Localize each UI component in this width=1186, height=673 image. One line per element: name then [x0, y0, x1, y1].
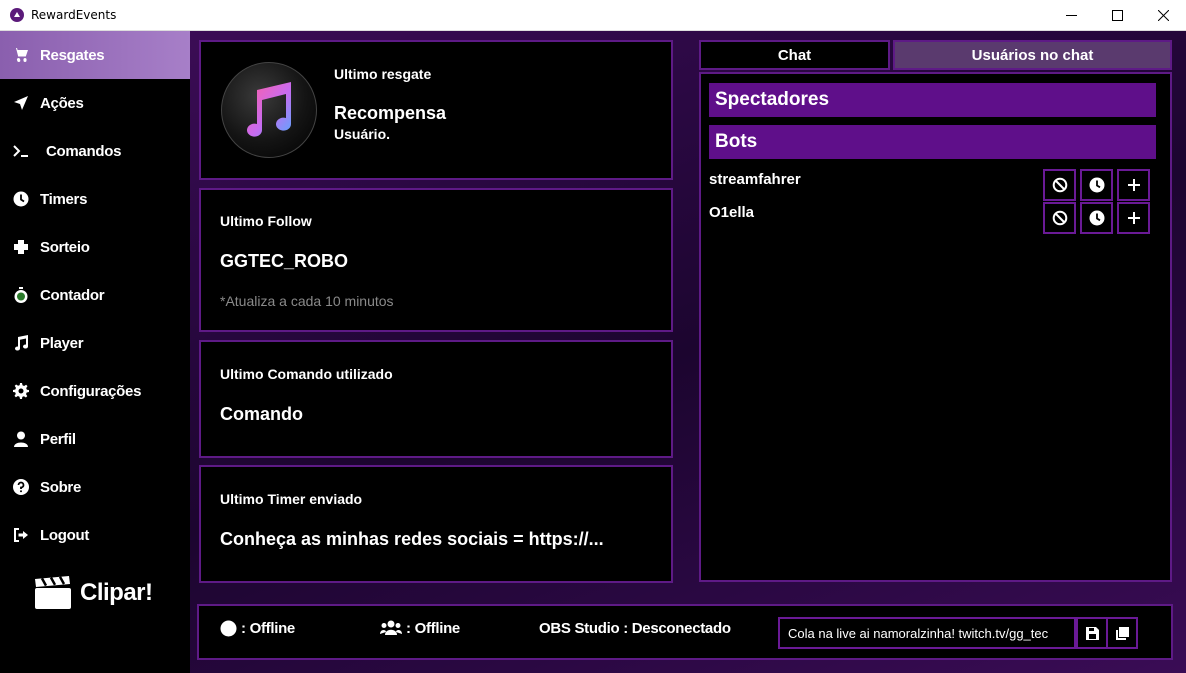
last-command-label: Ultimo Comando utilizado [220, 366, 393, 382]
last-follow-label: Ultimo Follow [220, 213, 312, 229]
save-icon [1085, 626, 1099, 640]
save-message-button[interactable] [1076, 617, 1108, 649]
window-title: RewardEvents [31, 8, 117, 22]
last-command-card: Ultimo Comando utilizado Comando [199, 340, 673, 458]
sidebar: Resgates Ações Comandos Timers Sorteio C… [0, 31, 190, 673]
sidebar-item-label: Player [40, 334, 84, 352]
sidebar-item-sorteio[interactable]: Sorteio [0, 223, 190, 271]
status-bar: : Offline : Offline OBS Studio : Descone… [197, 604, 1173, 660]
sidebar-item-label: Sobre [40, 478, 82, 496]
group-header-bots: Bots [709, 125, 1156, 159]
ban-icon [1052, 177, 1067, 193]
maximize-button[interactable] [1094, 0, 1140, 31]
timeout-button[interactable] [1080, 202, 1113, 234]
gear-icon [12, 382, 30, 400]
sidebar-item-label: Ações [40, 94, 84, 112]
copy-message-button[interactable] [1106, 617, 1138, 649]
sidebar-item-comandos[interactable]: Comandos [0, 127, 190, 175]
add-user-button[interactable] [1117, 169, 1150, 201]
clock-icon [12, 190, 30, 208]
obs-status-value: Desconectado [631, 620, 731, 637]
clip-label: Clipar! [80, 579, 153, 606]
music-app-icon [221, 62, 317, 158]
last-timer-card: Ultimo Timer enviado Conheça as minhas r… [199, 465, 673, 583]
sidebar-item-label: Comandos [46, 142, 122, 160]
music-note-icon [12, 334, 30, 352]
tab-users-in-chat[interactable]: Usuários no chat [893, 40, 1172, 70]
user-name: streamfahrer [709, 171, 801, 188]
last-redeem-label: Ultimo resgate [334, 66, 432, 82]
sidebar-item-timers[interactable]: Timers [0, 175, 190, 223]
sign-out-icon [12, 526, 30, 544]
location-arrow-icon [12, 94, 30, 112]
clapperboard-icon [35, 576, 71, 609]
sidebar-item-resgates[interactable]: Resgates [0, 31, 190, 79]
tab-chat[interactable]: Chat [699, 40, 890, 70]
ban-button[interactable] [1043, 169, 1076, 201]
user-icon [12, 430, 30, 448]
chat-status: : Offline [380, 620, 460, 637]
sidebar-item-label: Logout [40, 526, 90, 544]
users-icon [380, 620, 402, 635]
last-follow-value: GGTEC_ROBO [220, 251, 349, 271]
sidebar-item-logout[interactable]: Logout [0, 511, 190, 559]
obs-status: OBS Studio : Desconectado [539, 620, 731, 637]
sidebar-item-contador[interactable]: Contador [0, 271, 190, 319]
puzzle-icon [12, 238, 30, 256]
sidebar-item-label: Timers [40, 190, 88, 208]
close-button[interactable] [1140, 0, 1186, 31]
last-command-value: Comando [220, 404, 303, 424]
group-header-spectators: Spectadores [709, 83, 1156, 117]
terminal-icon [12, 142, 30, 160]
stopwatch-icon [12, 286, 30, 304]
sidebar-item-label: Sorteio [40, 238, 90, 256]
last-redeem-card: Ultimo resgate Recompensa Usuário. [199, 40, 673, 180]
timeout-button[interactable] [1080, 169, 1113, 201]
last-redeem-reward: Recompensa [334, 103, 447, 123]
last-follow-hint: *Atualiza a cada 10 minutos [220, 293, 394, 309]
sidebar-item-player[interactable]: Player [0, 319, 190, 367]
title-bar: RewardEvents [0, 0, 1186, 31]
sidebar-item-label: Contador [40, 286, 105, 304]
cart-icon [12, 46, 30, 64]
stream-status-icon [220, 620, 237, 637]
sidebar-item-perfil[interactable]: Perfil [0, 415, 190, 463]
user-name: O1ella [709, 204, 755, 221]
clock-icon [1089, 210, 1104, 226]
plus-icon [1127, 212, 1140, 224]
last-timer-label: Ultimo Timer enviado [220, 491, 363, 507]
add-user-button[interactable] [1117, 202, 1150, 234]
clip-button[interactable]: Clipar! [34, 576, 153, 610]
list-item: streamfahrer [709, 169, 1156, 201]
ban-icon [1052, 210, 1067, 226]
question-icon [12, 478, 30, 496]
chat-status-value: Offline [414, 620, 461, 637]
ban-button[interactable] [1043, 202, 1076, 234]
list-item: O1ella [709, 202, 1156, 234]
sidebar-item-label: Configurações [40, 382, 142, 400]
sidebar-item-configuracoes[interactable]: Configurações [0, 367, 190, 415]
clip-message-input[interactable]: Cola na live ai namoralzinha! twitch.tv/… [778, 617, 1076, 649]
sidebar-item-acoes[interactable]: Ações [0, 79, 190, 127]
sidebar-item-label: Resgates [40, 46, 105, 64]
plus-icon [1127, 179, 1140, 191]
minimize-button[interactable] [1048, 0, 1094, 31]
users-panel: Spectadores Bots streamfahrer O1ella [699, 72, 1172, 582]
last-redeem-user: Usuário. [334, 126, 391, 142]
clock-icon [1089, 177, 1104, 193]
last-follow-card: Ultimo Follow GGTEC_ROBO *Atualiza a cad… [199, 188, 673, 332]
sidebar-item-label: Perfil [40, 430, 76, 448]
app-logo-icon [10, 8, 24, 22]
last-timer-value: Conheça as minhas redes sociais = https:… [220, 529, 604, 549]
obs-label: OBS Studio [539, 620, 620, 637]
copy-icon [1115, 626, 1129, 640]
stream-status: : Offline [220, 620, 295, 637]
sidebar-item-sobre[interactable]: Sobre [0, 463, 190, 511]
stream-status-value: Offline [249, 620, 296, 637]
